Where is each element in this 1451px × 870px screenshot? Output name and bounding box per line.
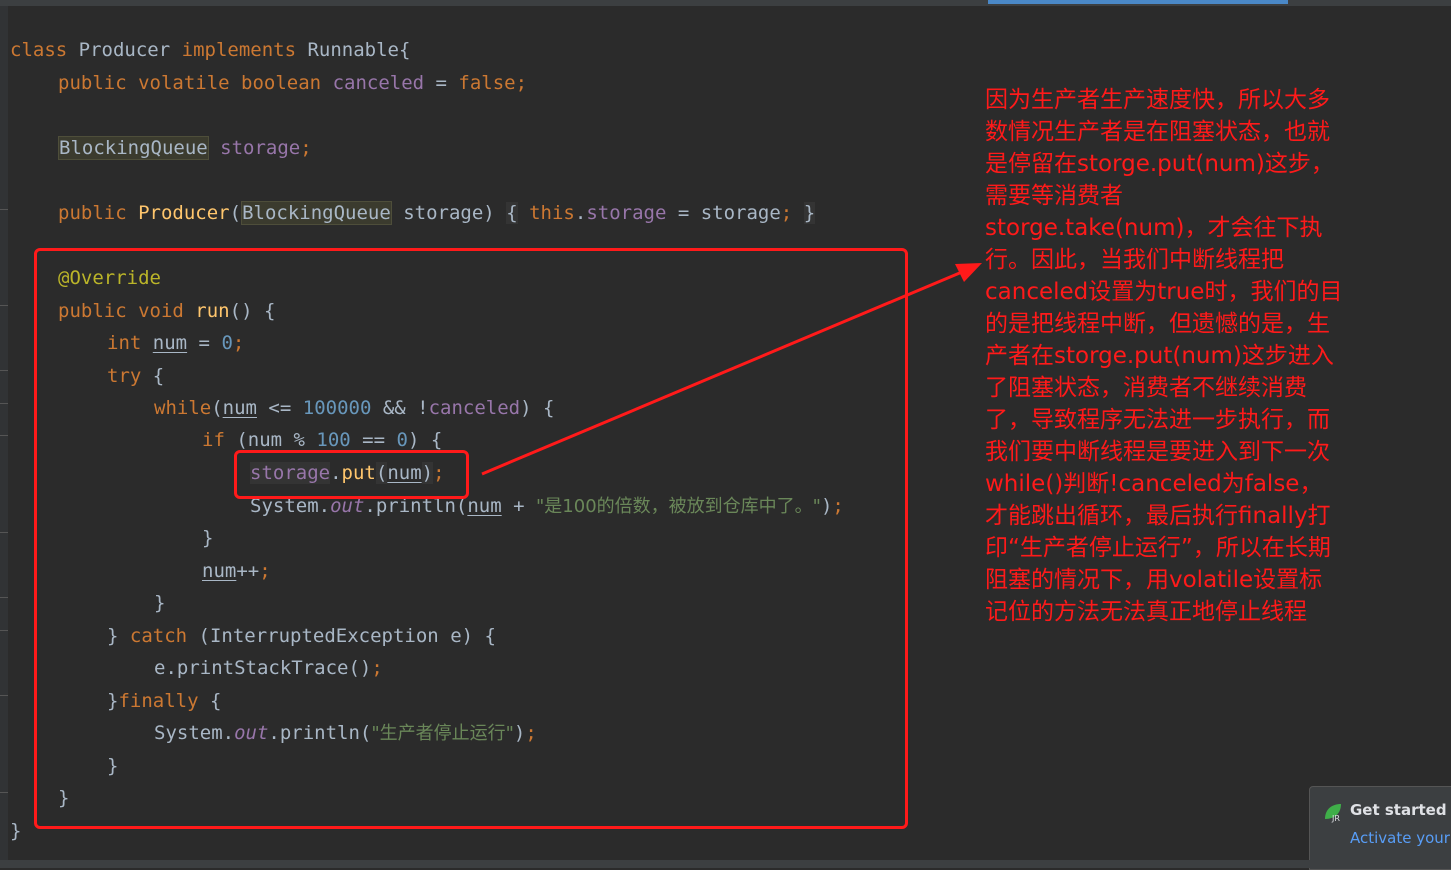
arrow-line xyxy=(481,270,963,476)
jrebel-leaf-icon: JR xyxy=(1325,804,1341,823)
toast-title: Get started wi xyxy=(1350,801,1451,819)
svg-text:JR: JR xyxy=(1331,814,1340,823)
notification-toast[interactable]: JR Get started wi Activate your xyxy=(1309,786,1451,870)
explanation-note: 因为生产者生产速度快，所以大多数情况生产者是在阻塞状态，也就是停留在storge… xyxy=(985,87,1343,625)
activate-link[interactable]: Activate your xyxy=(1350,829,1450,847)
status-bar xyxy=(0,860,1451,868)
